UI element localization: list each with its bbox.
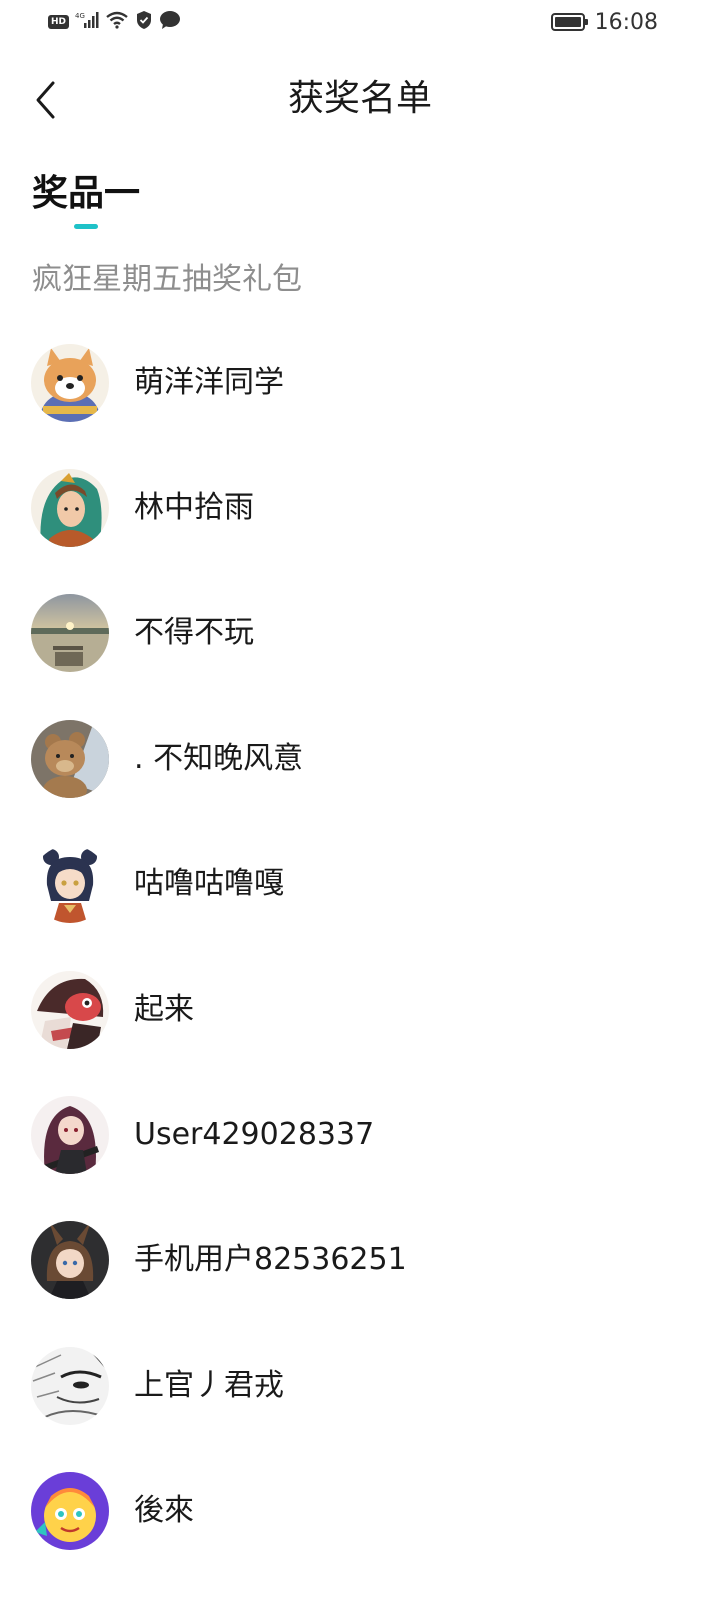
winner-list: 萌洋洋同学 林中拾雨 不得不玩 . 不知晚风意 咕噜咕噜嘎 起来 User429… [0,320,720,1574]
battery-icon [550,13,588,31]
status-icons-left: HD 4G [48,10,181,34]
message-icon [159,10,181,34]
header: 获奖名单 [0,60,720,140]
page-title: 获奖名单 [287,78,432,119]
winner-name: 後來 [134,1493,194,1529]
lake-sunset-avatar [31,594,109,673]
winner-name: 起来 [134,991,194,1027]
winner-name: 林中拾雨 [134,490,254,526]
winner-name: 不得不玩 [134,615,254,651]
fantasy-warrior-avatar [31,469,109,548]
winner-name: 上官丿君戎 [134,1367,284,1403]
svg-text:4G: 4G [75,12,85,20]
list-item[interactable]: 後來 [0,1449,720,1574]
status-icons-right: 16:08 [550,8,658,36]
signal-icon: 4G [75,11,99,33]
winner-name: 手机用户82536251 [134,1242,407,1278]
list-item[interactable]: 上官丿君戎 [0,1323,720,1448]
anime-girl-avatar [31,845,109,924]
teddy-bear-avatar [31,719,109,798]
list-item[interactable]: 咕噜咕噜嘎 [0,822,720,947]
list-item[interactable]: . 不知晚风意 [0,696,720,821]
list-item[interactable]: 不得不玩 [0,571,720,696]
list-item[interactable]: User429028337 [0,1072,720,1197]
purple-cartoon-avatar [31,1472,109,1551]
tab-indicator [74,224,98,229]
wifi-icon [105,11,129,33]
prize-tab-label: 奖品一 [32,173,141,214]
sketch-face-avatar [31,1346,109,1425]
red-fish-hat-avatar [31,970,109,1049]
tab-prize-one[interactable]: 奖品一 [32,170,141,229]
bunny-ears-girl-avatar [31,1221,109,1300]
status-time: 16:08 [594,9,658,35]
list-item[interactable]: 林中拾雨 [0,445,720,570]
list-item[interactable]: 起来 [0,947,720,1072]
status-bar: HD 4G 16:08 [0,0,720,46]
prize-description: 疯狂星期五抽奖礼包 [32,262,302,297]
list-item[interactable]: 萌洋洋同学 [0,320,720,445]
battery-fill [554,17,581,27]
winner-name: User429028337 [134,1117,375,1153]
winner-name: . 不知晚风意 [134,740,304,776]
shiba-dog-avatar [31,343,109,422]
hd-badge: HD [48,15,70,29]
winner-name: 咕噜咕噜嘎 [134,866,284,902]
list-item[interactable]: 手机用户82536251 [0,1198,720,1323]
anime-gunner-avatar [31,1096,109,1175]
shield-icon [135,10,153,34]
winner-name: 萌洋洋同学 [134,364,284,400]
